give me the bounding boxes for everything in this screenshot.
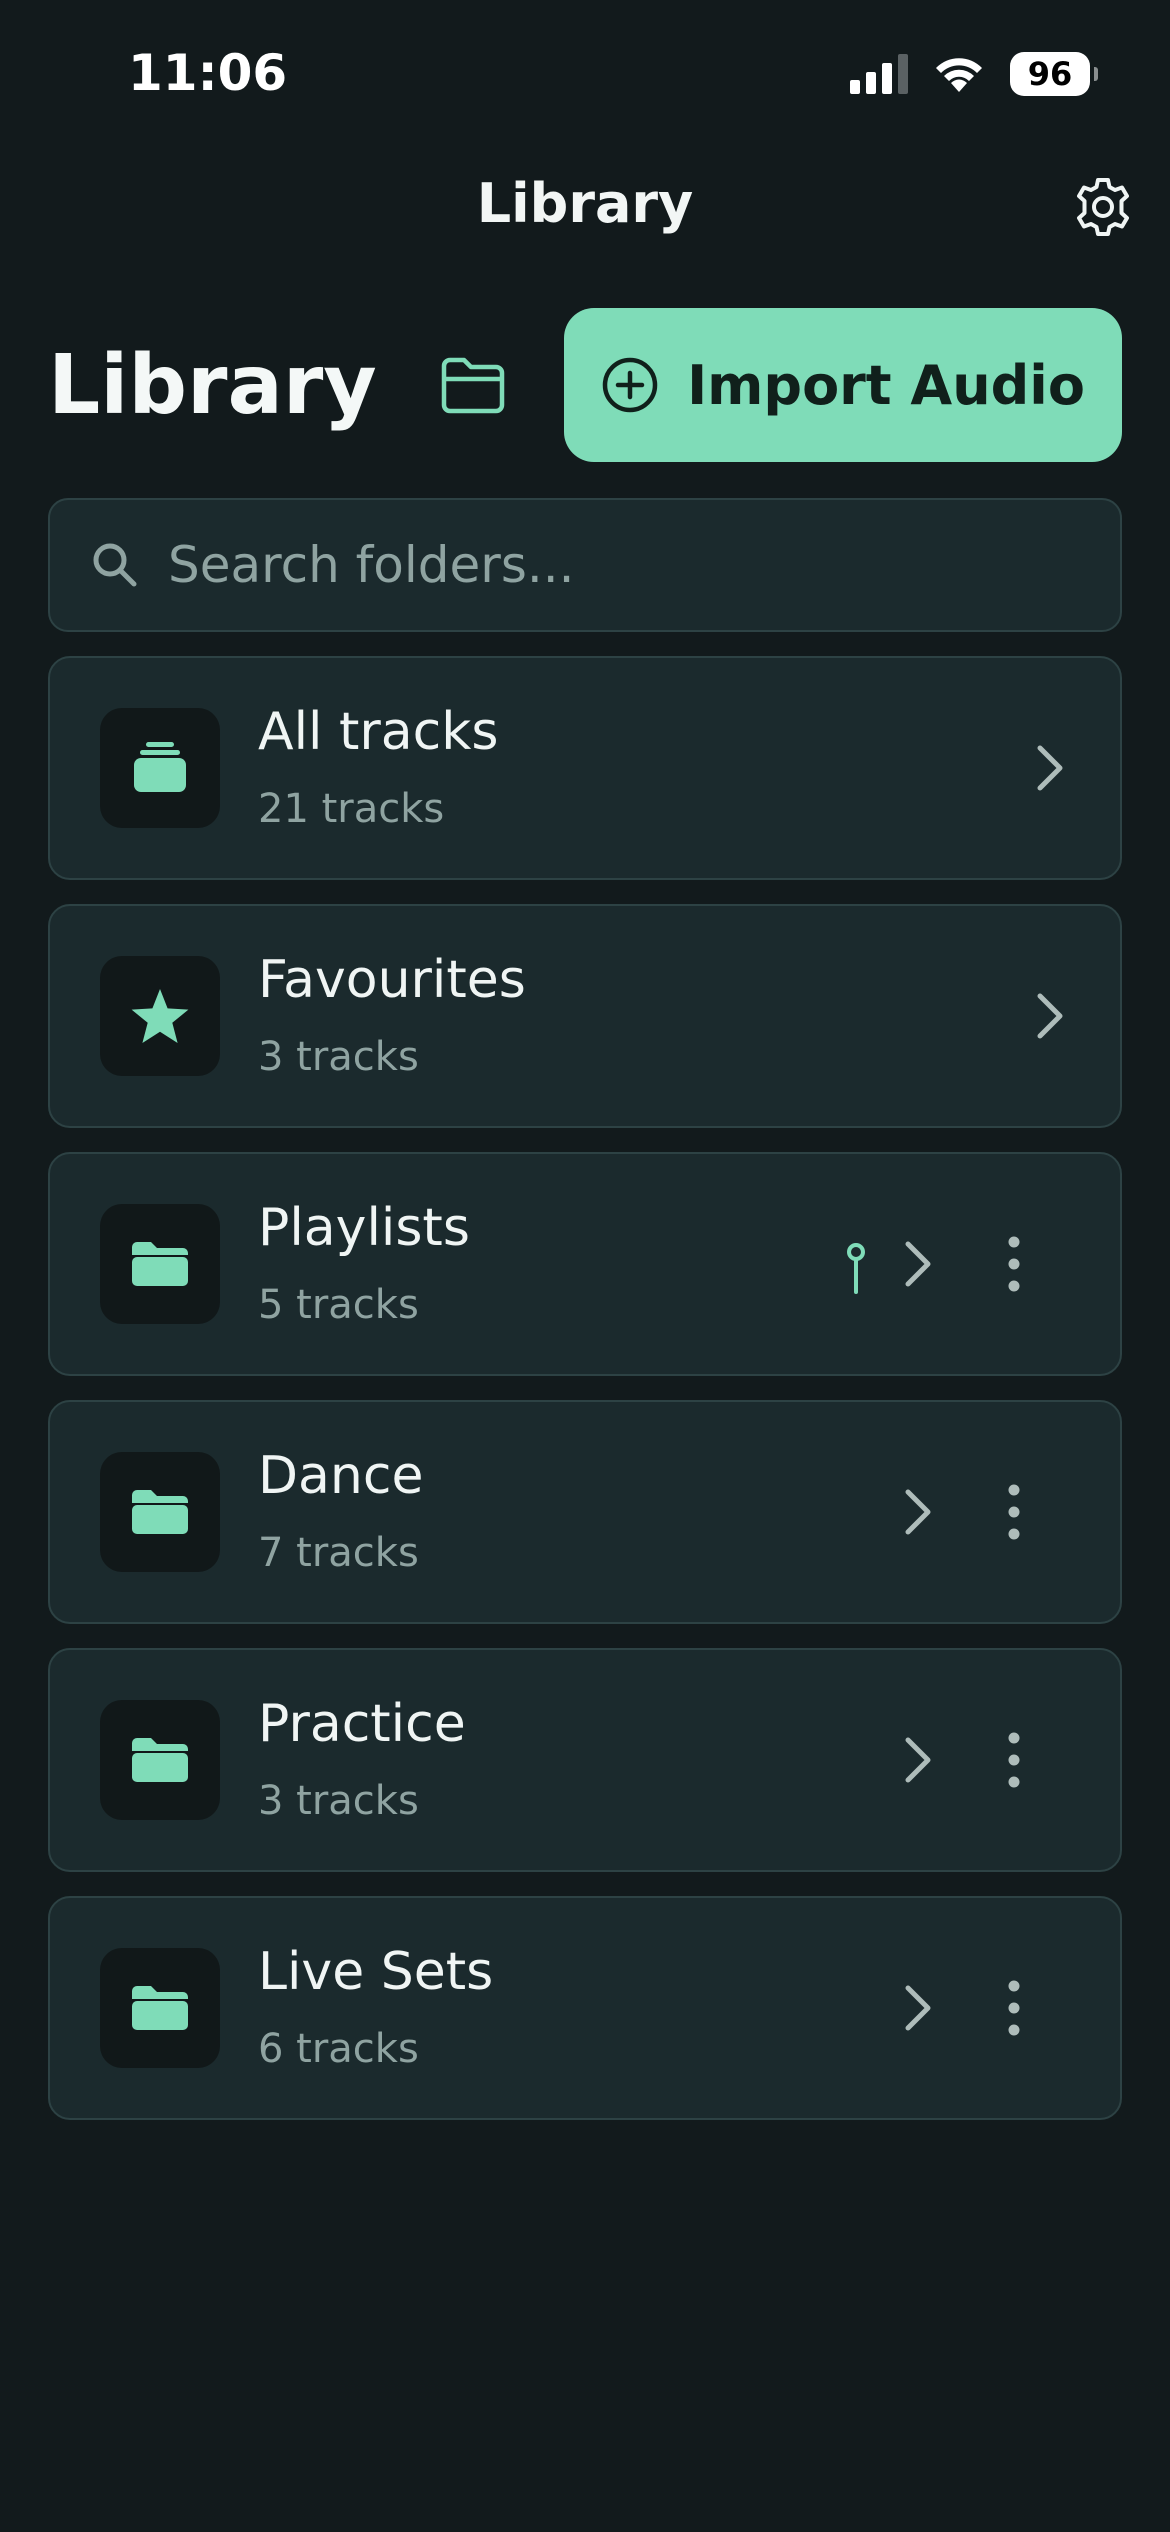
folder-row-playlists[interactable]: Playlists 5 tracks: [48, 1152, 1122, 1376]
library-header: Library Import Audio: [48, 308, 1122, 462]
new-folder-button[interactable]: [438, 352, 508, 418]
row-icon-container: [100, 1948, 220, 2068]
folder-name: Practice: [258, 1694, 466, 1754]
folder-name: Dance: [258, 1446, 424, 1506]
folder-track-count: 6 tracks: [258, 2026, 419, 2072]
folder-track-count: 21 tracks: [258, 786, 445, 832]
pin-icon: [847, 1243, 865, 1294]
wifi-icon: [936, 58, 982, 92]
cellular-signal-icon: [850, 54, 908, 94]
folder-outline-icon: [441, 357, 505, 414]
row-icon-container: [100, 1452, 220, 1572]
more-options-icon[interactable]: [996, 1482, 1032, 1542]
plus-circle-icon: [602, 357, 658, 413]
folder-track-count: 3 tracks: [258, 1778, 419, 1824]
search-icon: [93, 543, 137, 587]
folder-name: Playlists: [258, 1198, 470, 1258]
more-options-icon[interactable]: [996, 1234, 1032, 1294]
status-bar: 11:06 96: [0, 0, 1170, 150]
row-icon-container: [100, 1204, 220, 1324]
more-options-icon[interactable]: [996, 1730, 1032, 1790]
row-icon-container: [100, 956, 220, 1076]
folder-row-dance[interactable]: Dance 7 tracks: [48, 1400, 1122, 1624]
more-options-icon[interactable]: [996, 1978, 1032, 2038]
folder-row-live-sets[interactable]: Live Sets 6 tracks: [48, 1896, 1122, 2120]
folder-track-count: 7 tracks: [258, 1530, 419, 1576]
chevron-right-icon: [905, 1489, 931, 1535]
folder-icon: [132, 1242, 188, 1286]
folder-name: Live Sets: [258, 1942, 494, 2002]
folder-track-count: 5 tracks: [258, 1282, 419, 1328]
folder-icon: [132, 1986, 188, 2030]
folder-icon: [132, 1738, 188, 1782]
status-time: 11:06: [128, 44, 288, 102]
import-audio-button[interactable]: Import Audio: [564, 308, 1122, 462]
chevron-right-icon: [1037, 993, 1063, 1039]
folder-name: Favourites: [258, 950, 526, 1010]
folder-row-favourites[interactable]: Favourites 3 tracks: [48, 904, 1122, 1128]
import-audio-label: Import Audio: [687, 353, 1085, 417]
folder-icon: [132, 1490, 188, 1534]
row-icon-container: [100, 708, 220, 828]
gear-icon: [1077, 178, 1129, 236]
page-title: Library: [48, 338, 377, 433]
search-box: [48, 498, 1122, 632]
settings-button[interactable]: [1072, 176, 1134, 238]
status-indicators: 96: [850, 52, 1098, 96]
search-input[interactable]: [166, 520, 1070, 610]
chevron-right-icon: [905, 1985, 931, 2031]
stack-icon: [134, 742, 186, 792]
battery-level: 96: [1027, 55, 1073, 93]
folder-row-practice[interactable]: Practice 3 tracks: [48, 1648, 1122, 1872]
folder-track-count: 3 tracks: [258, 1034, 419, 1080]
folder-row-all-tracks[interactable]: All tracks 21 tracks: [48, 656, 1122, 880]
battery-icon: 96: [1010, 52, 1098, 96]
chevron-right-icon: [905, 1241, 931, 1287]
row-icon-container: [100, 1700, 220, 1820]
nav-title: Library: [476, 172, 694, 235]
chevron-right-icon: [905, 1737, 931, 1783]
star-icon: [131, 989, 189, 1043]
folder-name: All tracks: [258, 702, 499, 762]
chevron-right-icon: [1037, 745, 1063, 791]
